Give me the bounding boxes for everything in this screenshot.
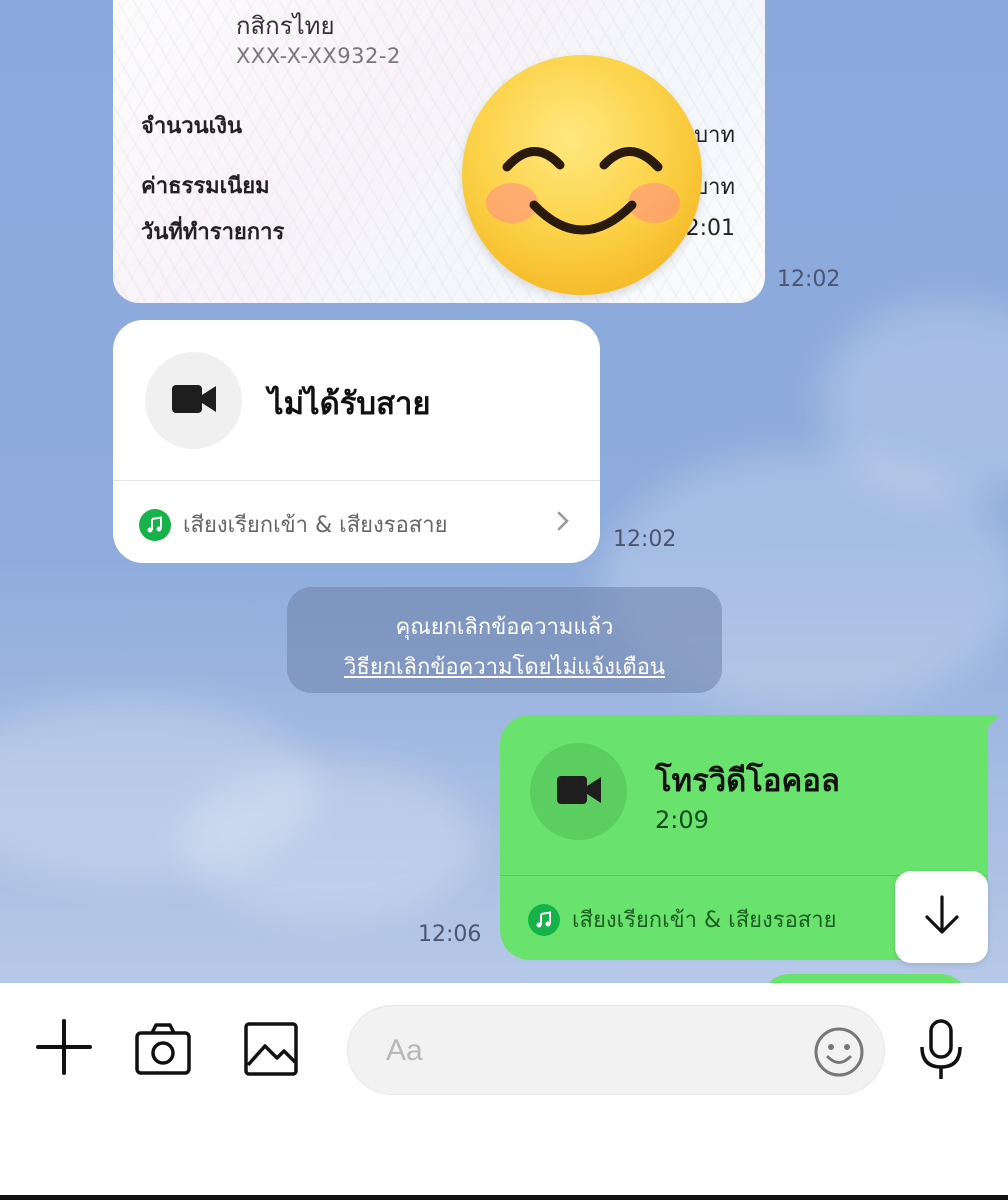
video-camera-icon (556, 774, 601, 810)
slip-amount-label: จำนวนเงิน (141, 114, 242, 139)
missed-call-ringtone-label: เสียงเรียกเข้า & เสียงรอสาย (183, 513, 448, 538)
missed-call-timestamp: 12:02 (613, 527, 677, 552)
missed-call-divider (113, 480, 600, 481)
emoji-icon[interactable] (813, 1026, 865, 1078)
missed-call-icon-circle (145, 352, 242, 449)
video-call-ringtone-label: เสียงเรียกเข้า & เสียงรอสาย (572, 908, 837, 933)
video-call-ringtone-link[interactable]: เสียงเรียกเข้า & เสียงรอสาย (528, 902, 836, 937)
next-message-bubble[interactable] (760, 974, 970, 983)
chat-background: กสิกรไทย XXX-X-XX932-2 จำนวนเงิน บาท ค่า… (0, 0, 1008, 983)
unsend-notice: คุณยกเลิกข้อความแล้ว วิธียกเลิกข้อความโด… (287, 587, 722, 693)
unsend-notice-text: คุณยกเลิกข้อความแล้ว (395, 615, 614, 640)
missed-call-ringtone-link[interactable]: เสียงเรียกเข้า & เสียงรอสาย (139, 507, 447, 542)
video-call-icon-circle (530, 743, 627, 840)
scroll-to-bottom-button[interactable] (895, 871, 988, 963)
bottom-edge (0, 1195, 1008, 1200)
video-call-timestamp: 12:06 (418, 922, 482, 947)
message-input-container (347, 1005, 885, 1095)
slip-account-number: XXX-X-XX932-2 (236, 44, 401, 68)
arrow-down-icon (922, 893, 962, 941)
missed-call-bubble[interactable]: ไม่ได้รับสาย เสียงเรียกเข้า & เสียงรอสาย (113, 320, 600, 563)
music-note-icon (139, 508, 171, 541)
slip-fee-label: ค่าธรรมเนียม (141, 174, 270, 199)
chevron-right-icon (556, 510, 570, 536)
slip-date-label: วันที่ทำรายการ (141, 220, 285, 245)
slip-bank-name: กสิกรไทย (236, 12, 335, 40)
microphone-icon[interactable] (918, 1019, 964, 1081)
music-note-icon (528, 903, 560, 936)
message-input[interactable] (386, 1026, 786, 1076)
bubble-tail (978, 715, 1000, 737)
unsend-help-link[interactable]: วิธียกเลิกข้อความโดยไม่แจ้งเตือน (287, 649, 722, 684)
image-gallery-icon[interactable] (243, 1021, 299, 1077)
message-input-bar (0, 983, 1008, 1200)
video-call-duration: 2:09 (655, 806, 709, 834)
smiling-face-emoji-icon (462, 55, 702, 295)
plus-icon[interactable] (36, 1019, 92, 1075)
slip-timestamp: 12:02 (777, 267, 841, 292)
video-camera-icon (171, 383, 216, 419)
camera-icon[interactable] (134, 1021, 192, 1077)
video-call-title: โทรวิดีโอคอล (655, 763, 840, 799)
missed-call-title: ไม่ได้รับสาย (268, 386, 431, 422)
